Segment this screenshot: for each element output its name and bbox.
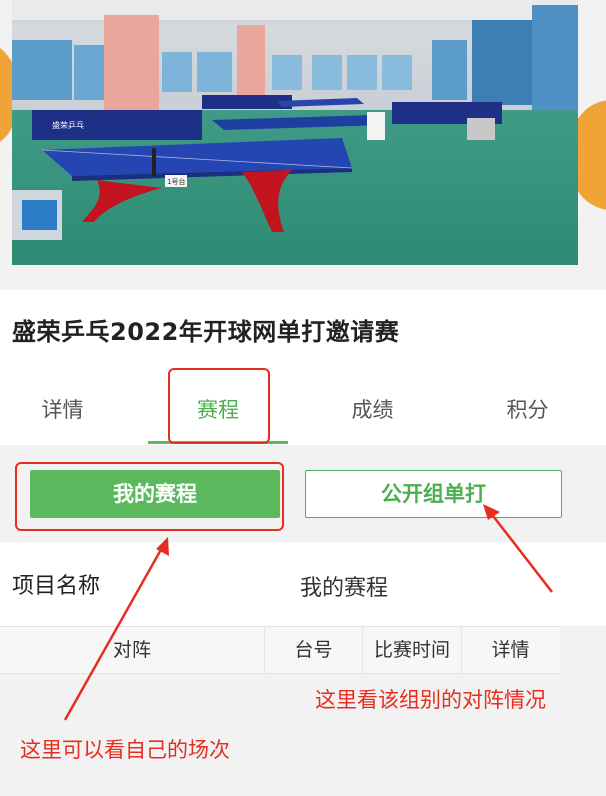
annotation-own-matches: 这里可以看自己的场次 (20, 738, 230, 762)
header-details: 详情 (491, 639, 530, 661)
venue-photo: 盛荣乒乓 1号台 (12, 0, 578, 265)
tab-schedule[interactable]: 赛程 (148, 380, 288, 440)
tab-bar: 详情 赛程 成绩 积分 (0, 380, 606, 444)
header-match-time: 比赛时间 (363, 627, 462, 673)
public-group-button[interactable]: 公开组单打 (305, 470, 562, 518)
annotation-group-matchups: 这里看该组别的对阵情况 (315, 688, 546, 712)
event-title: 盛荣乒乓2022年开球网单打邀请赛 (12, 318, 400, 346)
project-value[interactable]: 我的赛程 (300, 570, 388, 602)
header-matchup: 对阵 (0, 627, 265, 673)
banner: 盛荣乒乓 1号台 (0, 0, 606, 290)
table-tag: 1号台 (167, 177, 185, 186)
project-label: 项目名称 (12, 574, 101, 599)
banner-sign-text: 盛荣乒乓 (52, 120, 84, 130)
active-tab-indicator (148, 441, 288, 444)
my-schedule-button[interactable]: 我的赛程 (30, 470, 280, 518)
tab-points[interactable]: 积分 (460, 380, 595, 440)
tab-results[interactable]: 成绩 (305, 380, 440, 440)
header-table-number: 台号 (265, 627, 363, 673)
schedule-table-header: 对阵 台号 比赛时间 详情 (0, 626, 560, 674)
tab-details[interactable]: 详情 (0, 380, 125, 440)
